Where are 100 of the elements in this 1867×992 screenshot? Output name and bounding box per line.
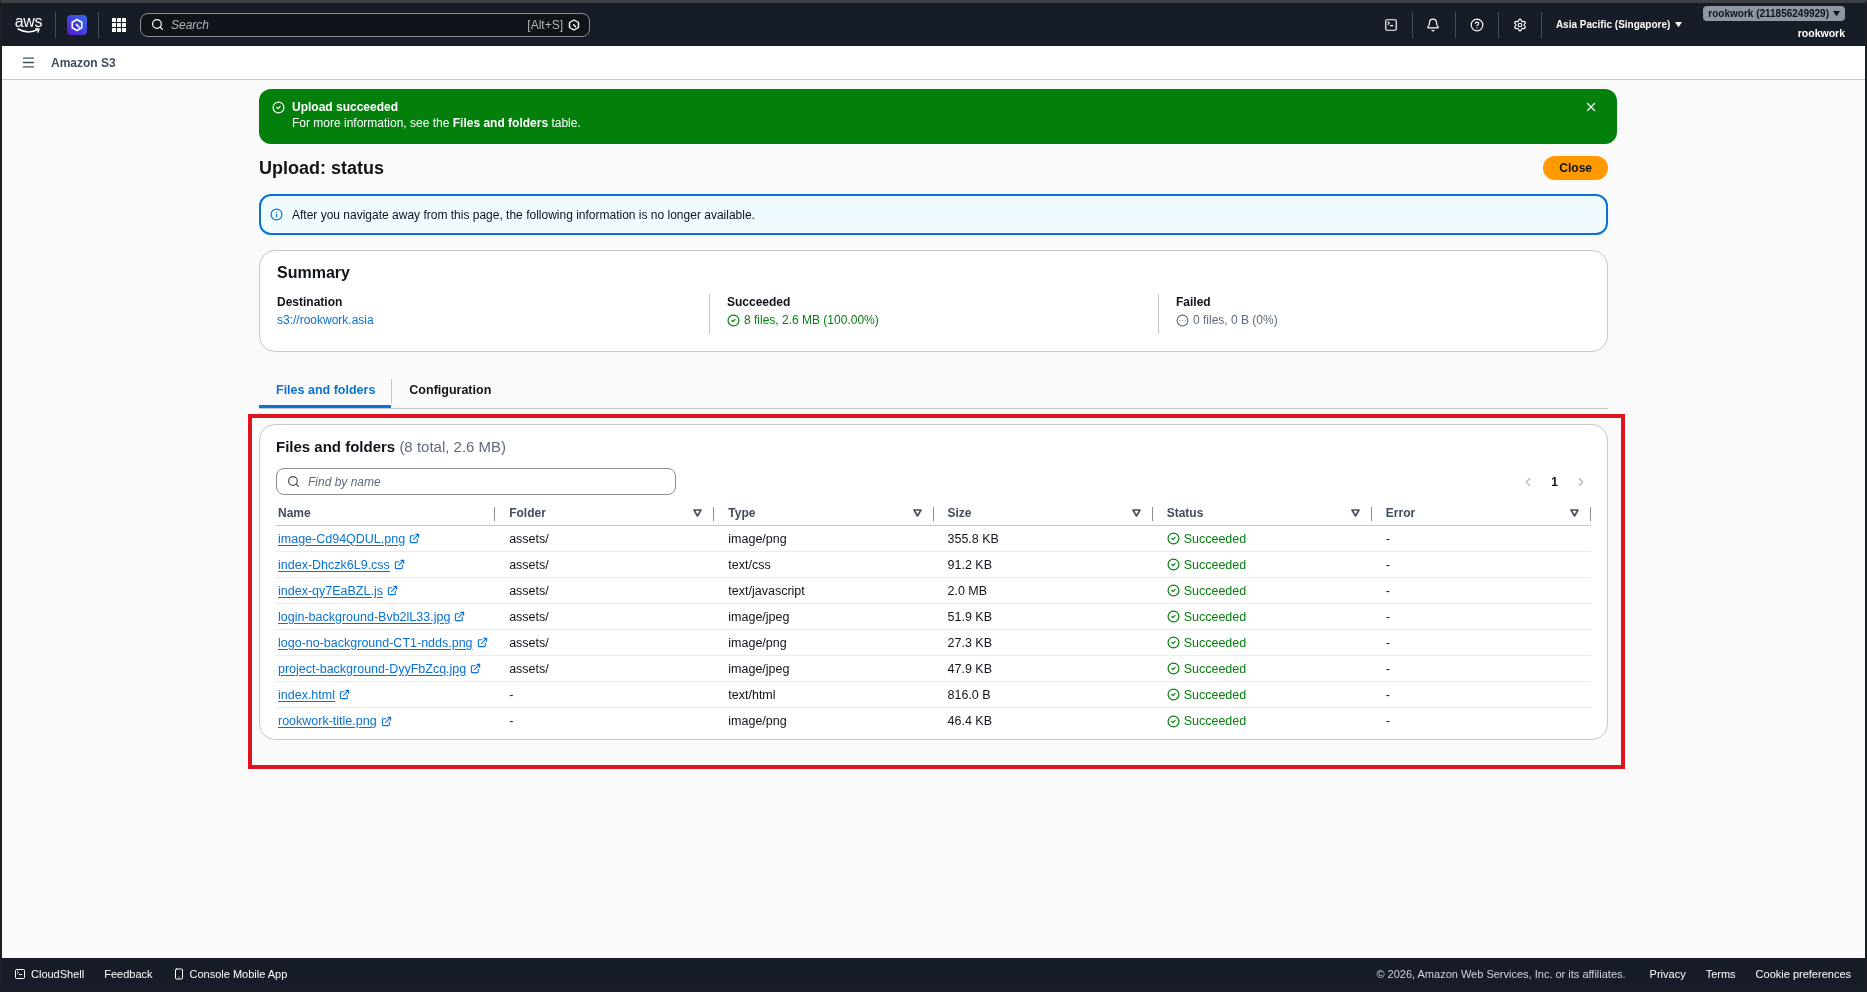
info-message: After you navigate away from this page, the following information is no longer available. [292,206,755,223]
help-icon[interactable] [1469,17,1484,32]
external-link-icon [470,663,482,674]
caret-down-icon[interactable] [1350,509,1360,517]
banner-message: For more information, see the Files and folders table. [292,115,582,131]
table-cell: assets/ [509,609,549,624]
menu-icon[interactable] [21,55,36,70]
caret-down-icon[interactable] [912,509,922,517]
hexagon-tile-icon[interactable] [67,14,87,35]
terminal-icon[interactable] [1383,17,1398,32]
service-name-link[interactable]: Amazon S3 [51,55,116,70]
column-header[interactable]: Name [278,506,311,520]
settings-icon[interactable] [1512,17,1527,32]
check-circle-icon [1166,662,1180,675]
table-cell: - [1385,583,1390,598]
table-cell: 27.3 KB [947,635,992,650]
bell-icon[interactable] [1425,17,1440,32]
status-text: Succeeded [1183,531,1247,546]
column-header[interactable]: Error [1385,506,1416,520]
table-cell: image/png [728,714,787,728]
status-text: Succeeded [1183,661,1247,676]
footer-link[interactable]: Feedback [104,968,153,980]
check-circle-icon [1166,558,1180,571]
page-number[interactable]: 1 [1549,474,1560,489]
panel-title: Files and folders [276,438,396,455]
copyright-text: © 2026, Amazon Web Services, Inc. or its affiliates. [1376,968,1626,980]
table-cell: assets/ [509,661,549,676]
table-cell: assets/ [509,557,549,572]
close-button[interactable]: Close [1543,156,1608,180]
table-cell: 91.2 KB [947,557,992,572]
check-circle-icon [1166,610,1180,623]
table-cell: image/png [728,531,787,546]
status-text: Succeeded [1183,687,1247,702]
footer-link[interactable]: Console Mobile App [172,968,288,980]
file-link[interactable]: image-Cd94QDUL.png [278,531,421,546]
table-cell: 355.8 KB [947,531,999,546]
terminal-icon [14,968,26,980]
file-link[interactable]: index-Dhczk6L9.css [278,557,405,572]
table-cell: image/jpeg [728,609,790,624]
summary-label: Destination [277,294,344,310]
file-link[interactable]: index.html [278,687,350,702]
footer-link[interactable]: Privacy [1649,968,1686,980]
table-cell: text/javascript [728,583,805,598]
table-cell: - [1385,609,1390,624]
table-cell: - [1385,714,1390,728]
footer-link[interactable]: CloudShell [14,968,85,980]
banner-title: Upload succeeded [292,99,400,115]
table-cell: - [1385,661,1390,676]
dismiss-button[interactable] [1584,100,1598,114]
table-cell: 47.9 KB [947,661,992,676]
file-link[interactable]: rookwork-title.png [278,714,392,728]
search-icon [287,475,300,488]
find-field[interactable]: Find by name [276,468,676,495]
page-title: Upload: status [259,157,384,180]
external-link-icon [454,611,466,622]
smile-arrow-icon [16,28,41,34]
table-cell: assets/ [509,635,549,650]
caret-down-icon[interactable] [1570,509,1579,517]
file-link[interactable]: login-background-Bvb2lL33.jpg [278,609,466,624]
account-menu-button[interactable]: rookwork (211856249929) [1703,6,1845,21]
table-cell: image/png [728,635,787,650]
summary-label: Failed [1176,294,1212,310]
table-cell: - [509,714,514,728]
check-circle-icon [1166,532,1180,545]
file-link[interactable]: logo-no-background-CT1-ndds.png [278,635,488,650]
destination-link[interactable]: s3://rookwork.asia [277,312,374,328]
tab[interactable]: Files and folders [259,374,392,408]
table-cell: text/html [728,687,776,702]
file-link[interactable]: project-background-DyyFbZcq.jpg [278,661,482,676]
column-header[interactable]: Type [728,506,756,520]
column-header[interactable]: Status [1166,506,1204,520]
close-icon [1584,100,1598,114]
hexagon-icon[interactable] [568,18,580,31]
aws-logo[interactable]: aws [15,15,42,34]
external-link-icon [476,637,488,648]
footer-link[interactable]: Terms [1705,968,1736,980]
file-link[interactable]: index-qy7EaBZL.js [278,583,398,598]
check-circle-icon [727,313,740,327]
caret-down-icon [1675,21,1683,28]
summary-value: 0 files, 0 B (0%) [1193,312,1278,328]
caret-down-icon[interactable] [1131,509,1141,517]
table-cell: assets/ [509,531,549,546]
phone-icon [172,968,185,980]
search-icon [151,17,164,31]
status-text: Succeeded [1183,635,1247,650]
check-circle-icon [1166,688,1180,701]
tab[interactable]: Configuration [392,374,508,408]
footer-link[interactable]: Cookie preferences [1755,968,1851,980]
summary-title: Summary [277,263,351,283]
table-cell: 816.0 B [947,687,991,702]
external-link-icon [393,559,405,570]
column-header[interactable]: Size [947,506,972,520]
summary-label: Succeeded [727,294,792,310]
table-cell: 2.0 MB [947,583,988,598]
caret-down-icon[interactable] [693,509,703,517]
ellipsis-circle-icon [1176,313,1189,327]
grid-icon[interactable] [112,17,126,32]
caret-down-icon [1833,10,1840,17]
region-selector[interactable]: Asia Pacific (Singapore) [1555,19,1683,30]
column-header[interactable]: Folder [509,506,546,520]
